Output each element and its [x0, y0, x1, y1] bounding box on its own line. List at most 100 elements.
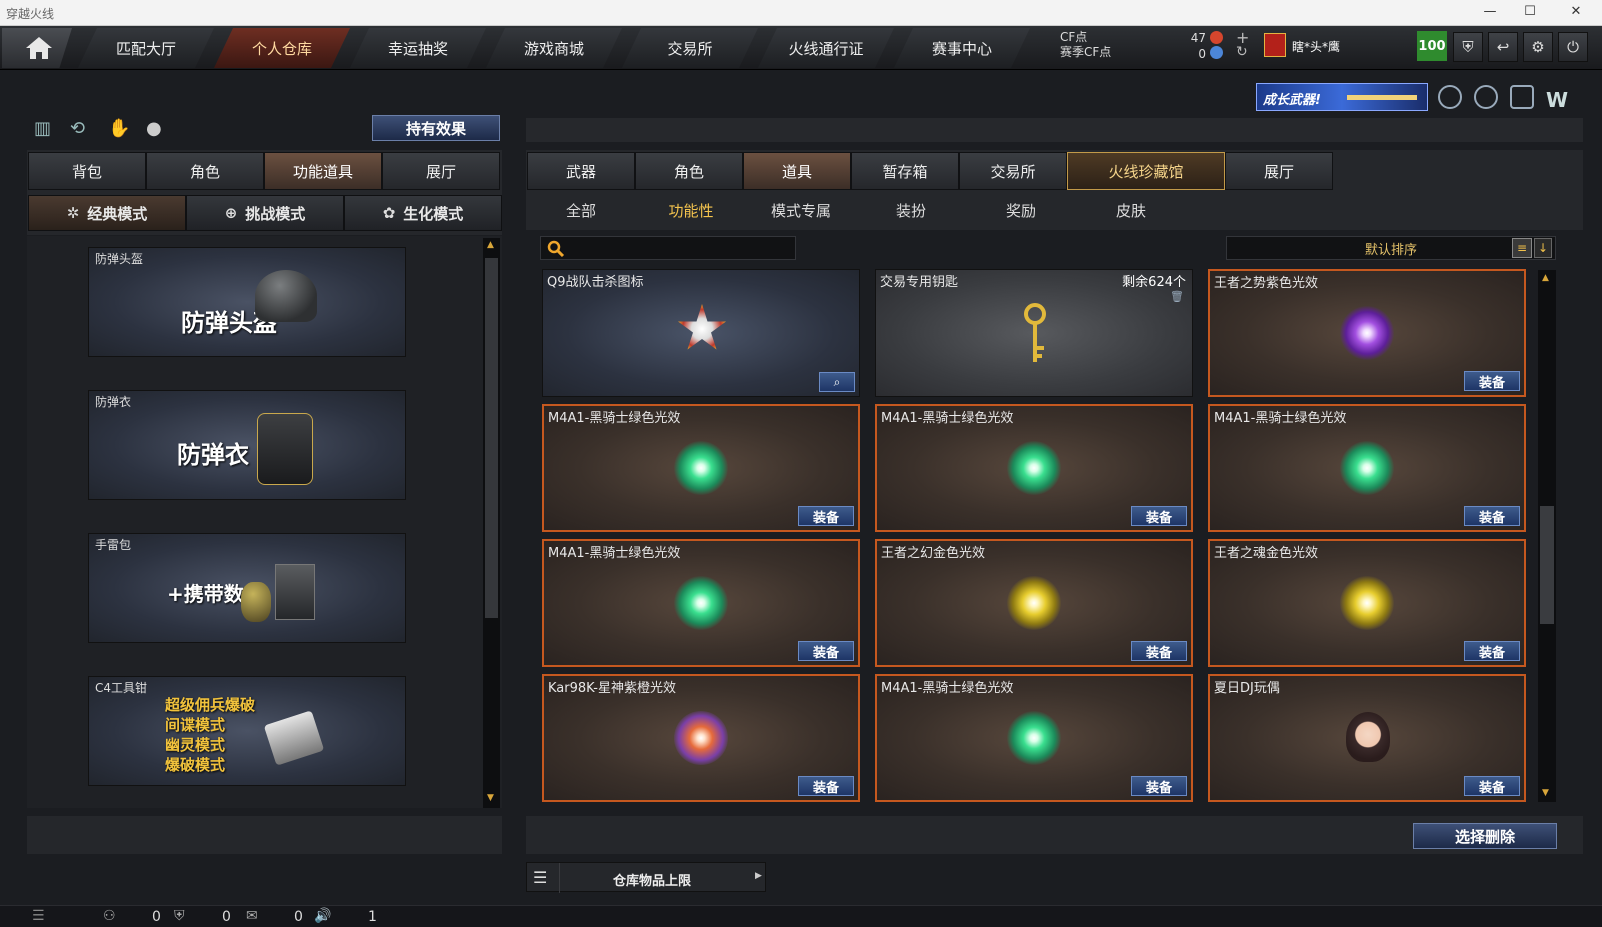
slot-text: +携带数 [167, 582, 244, 606]
item-card[interactable]: Q9战队击杀图标 ⌕ [542, 269, 860, 397]
return-icon[interactable]: ↩ [1488, 32, 1518, 62]
minimize-button[interactable]: — [1480, 4, 1500, 19]
mode-tab[interactable]: ✿ 生化模式 [344, 195, 502, 231]
slot-vest[interactable]: 防弹衣 防弹衣 [88, 390, 406, 500]
magnify-icon[interactable]: ⌕ [819, 372, 855, 392]
equip-button[interactable]: 装备 [1464, 371, 1520, 391]
sort-dropdown[interactable]: 默认排序 [1226, 236, 1556, 260]
item-card[interactable]: 王者之幻金色光效 装备 [875, 539, 1193, 667]
glow-effect-icon [1340, 306, 1394, 360]
equip-button[interactable]: 装备 [1464, 776, 1520, 796]
user-name[interactable]: 瞎*头*鹰 [1292, 38, 1340, 55]
slot-helmet[interactable]: 防弹头盔 防弹头盔 [88, 247, 406, 357]
v-badge-icon[interactable] [1438, 85, 1462, 109]
stats-icon[interactable]: ▥ [34, 118, 51, 139]
scroll-down-icon[interactable]: ▼ [1542, 788, 1549, 798]
sub-tab[interactable]: 奖励 [967, 196, 1075, 224]
item-card[interactable]: 王者之魂金色光效 装备 [1208, 539, 1526, 667]
nav-item[interactable]: 游戏商城 [486, 28, 622, 68]
trash-icon[interactable]: 🗑 [1170, 290, 1184, 303]
right-tab[interactable]: 交易所 [959, 152, 1067, 190]
left-tab[interactable]: 角色 [146, 152, 264, 190]
growth-weapon-banner[interactable]: 成长武器! [1256, 83, 1428, 111]
mode-icon: ⊕ [224, 204, 238, 222]
item-card[interactable]: M4A1-黑骑士绿色光效 装备 [542, 404, 860, 532]
shield-icon[interactable]: ⛨ [1453, 32, 1483, 62]
scroll-up-icon[interactable]: ▲ [1542, 273, 1549, 283]
right-tab[interactable]: 暂存箱 [851, 152, 959, 190]
nav-item[interactable]: 个人仓库 [214, 28, 350, 68]
right-scroll-thumb[interactable] [1540, 506, 1554, 624]
globe-badge-icon[interactable] [1474, 85, 1498, 109]
right-scrollbar[interactable]: ▲ ▼ [1538, 270, 1556, 802]
nav-item[interactable]: 幸运抽奖 [350, 28, 486, 68]
sort-desc-icon[interactable]: ↓ [1534, 238, 1552, 258]
close-button[interactable]: ✕ [1566, 4, 1586, 19]
sub-tab[interactable]: 装扮 [857, 196, 965, 224]
equip-button[interactable]: 装备 [1464, 506, 1520, 526]
expand-arrow-icon[interactable]: ▶ [755, 871, 762, 881]
level-badge[interactable]: 100 [1417, 31, 1447, 61]
item-card[interactable]: M4A1-黑骑士绿色光效 装备 [1208, 404, 1526, 532]
window-titlebar: 穿越火线 — ☐ ✕ [0, 0, 1602, 26]
list-view-icon[interactable]: ≡ [1512, 238, 1532, 258]
refresh-currency-icon[interactable]: ↻ [1236, 44, 1248, 60]
chat-icon[interactable]: ✉ [246, 908, 258, 924]
storage-limit-bar[interactable]: ☰ 仓库物品上限 ▶ [526, 862, 766, 893]
w-badge-icon[interactable]: W [1546, 88, 1568, 112]
search-input[interactable] [540, 236, 796, 260]
slot-grenade-pack[interactable]: 手雷包 +携带数 [88, 533, 406, 643]
item-card[interactable]: 夏日DJ玩偶 装备 [1208, 674, 1526, 802]
left-scrollbar[interactable]: ▲ ▼ [483, 238, 500, 808]
history-icon[interactable]: ⟲ [70, 118, 85, 139]
friends-icon[interactable]: ⚇ [103, 908, 116, 924]
equip-button[interactable]: 装备 [798, 776, 854, 796]
nav-item[interactable]: 火线通行证 [758, 28, 894, 68]
left-tab[interactable]: 功能道具 [264, 152, 382, 190]
equip-button[interactable]: 装备 [1131, 641, 1187, 661]
mode-tab[interactable]: ⊕ 挑战模式 [186, 195, 344, 231]
item-card[interactable]: Kar98K-星神紫橙光效 装备 [542, 674, 860, 802]
select-delete-button[interactable]: 选择删除 [1413, 823, 1557, 849]
menu-icon[interactable]: ☰ [32, 908, 45, 924]
right-tab[interactable]: 道具 [743, 152, 851, 190]
sub-tab[interactable]: 功能性 [637, 196, 745, 224]
sub-tab[interactable]: 全部 [527, 196, 635, 224]
equip-button[interactable]: 装备 [798, 506, 854, 526]
right-tab[interactable]: 武器 [527, 152, 635, 190]
item-card[interactable]: 王者之势紫色光效 装备 [1208, 269, 1526, 397]
mode-tab[interactable]: ✲ 经典模式 [28, 195, 186, 231]
right-tab[interactable]: 火线珍藏馆 [1067, 152, 1225, 190]
slot-c4-pliers[interactable]: C4工具钳 超级佣兵爆破 间谍模式 幽灵模式 爆破模式 [88, 676, 406, 786]
item-card[interactable]: M4A1-黑骑士绿色光效 装备 [875, 674, 1193, 802]
grenade-icon[interactable]: ● [146, 118, 162, 139]
sub-tab[interactable]: 模式专属 [747, 196, 855, 224]
left-scroll-thumb[interactable] [485, 258, 498, 618]
left-tab[interactable]: 展厅 [382, 152, 500, 190]
speaker-icon[interactable]: 🔊 [314, 908, 331, 924]
right-tab[interactable]: 展厅 [1225, 152, 1333, 190]
equip-button[interactable]: 装备 [1464, 641, 1520, 661]
item-card[interactable]: M4A1-黑骑士绿色光效 装备 [542, 539, 860, 667]
maximize-button[interactable]: ☐ [1520, 4, 1540, 19]
scroll-down-icon[interactable]: ▼ [487, 793, 494, 803]
nav-item[interactable]: 交易所 [622, 28, 758, 68]
nav-item[interactable]: 赛事中心 [894, 28, 1030, 68]
hold-effect-button[interactable]: 持有效果 [372, 115, 500, 141]
right-tab[interactable]: 角色 [635, 152, 743, 190]
equip-button[interactable]: 装备 [1131, 776, 1187, 796]
scroll-up-icon[interactable]: ▲ [487, 240, 494, 250]
nav-item[interactable]: 匹配大厅 [78, 28, 214, 68]
star-badge-icon[interactable] [1510, 85, 1534, 109]
left-tab[interactable]: 背包 [28, 152, 146, 190]
hand-icon[interactable]: ✋ [108, 118, 130, 139]
equip-button[interactable]: 装备 [1131, 506, 1187, 526]
guild-icon[interactable]: ⛨ [174, 908, 185, 924]
item-card[interactable]: 交易专用钥匙 剩余624个 🗑 [875, 269, 1193, 397]
equip-button[interactable]: 装备 [798, 641, 854, 661]
item-card[interactable]: M4A1-黑骑士绿色光效 装备 [875, 404, 1193, 532]
gear-icon[interactable]: ⚙ [1523, 32, 1553, 62]
sub-tab[interactable]: 皮肤 [1077, 196, 1185, 224]
power-icon[interactable]: ⏻ [1558, 32, 1588, 62]
helmet-icon [255, 270, 317, 322]
